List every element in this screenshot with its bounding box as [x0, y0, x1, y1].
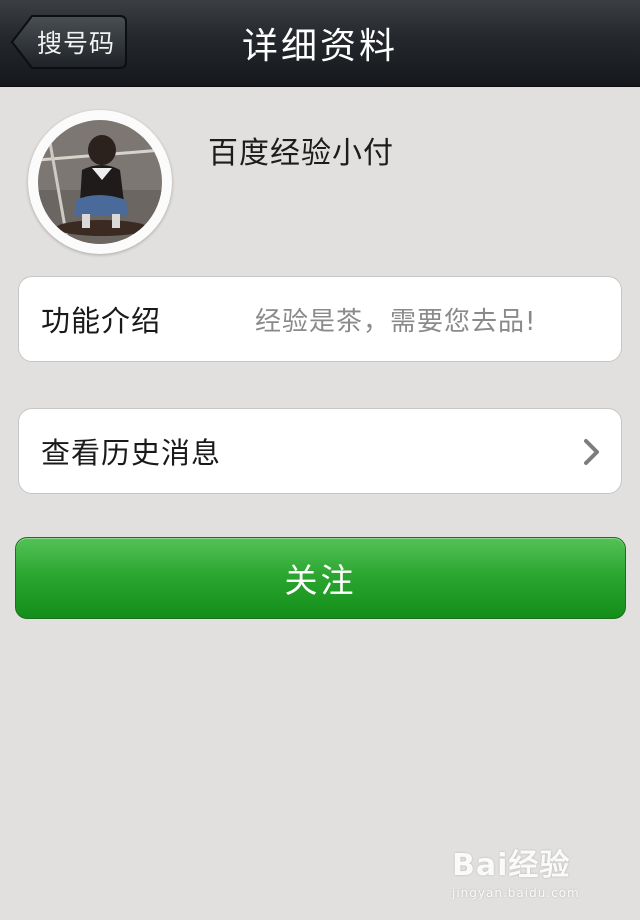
- navigation-bar: 搜号码 详细资料: [0, 0, 640, 87]
- history-messages-row[interactable]: 查看历史消息: [18, 408, 622, 494]
- watermark: Bai经验 jingyan.baidu.com: [452, 840, 580, 900]
- avatar[interactable]: [28, 110, 172, 254]
- avatar-photo: [38, 120, 162, 244]
- page-title: 详细资料: [241, 26, 398, 67]
- intro-value: 经验是茶，需要您去品!: [255, 306, 537, 337]
- watermark-url: jingyan.baidu.com: [452, 886, 580, 900]
- intro-card: 功能介绍 经验是茶，需要您去品!: [18, 276, 622, 362]
- follow-button[interactable]: 关注: [15, 537, 626, 619]
- profile-name: 百度经验小付: [208, 136, 394, 171]
- chevron-right-icon: [584, 439, 599, 465]
- intro-label: 功能介绍: [41, 304, 162, 338]
- watermark-logo: Bai经验: [452, 848, 571, 883]
- history-label: 查看历史消息: [41, 436, 222, 470]
